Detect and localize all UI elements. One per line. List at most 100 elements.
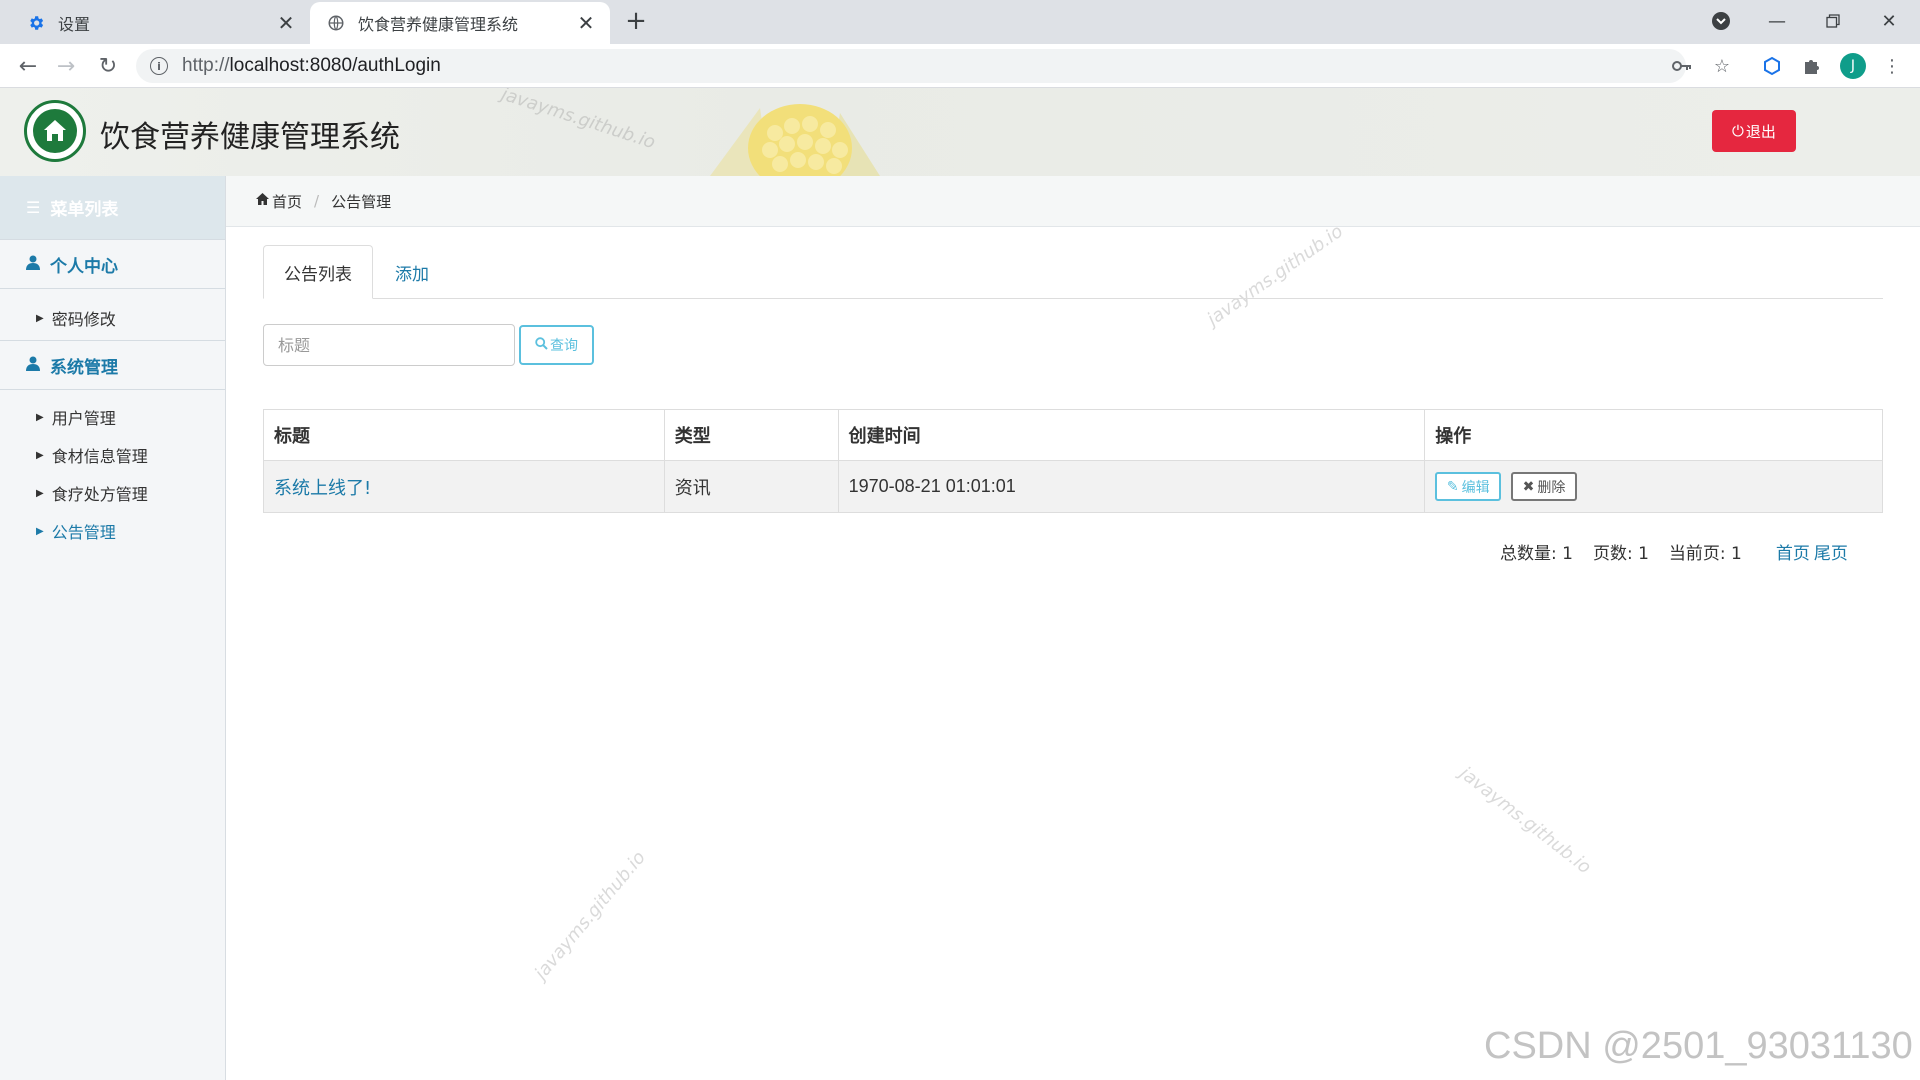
list-icon: ☰ [26, 198, 41, 217]
home-icon [256, 193, 269, 209]
column-header-created: 创建时间 [837, 409, 1426, 461]
current-page: 当前页: 1 [1668, 543, 1742, 564]
close-icon[interactable]: ✕ [272, 9, 300, 37]
column-header-type: 类型 [663, 409, 839, 461]
url-text: http://localhost:8080/authLogin [182, 55, 441, 76]
extension-icon[interactable] [1760, 54, 1784, 78]
caret-right-icon: ▶ [36, 411, 44, 423]
new-tab-button[interactable]: + [622, 7, 650, 35]
browser-tab-app[interactable]: 饮食营养健康管理系统 ✕ [310, 2, 610, 44]
sidebar-title: 菜单列表 [50, 200, 119, 220]
edit-label: 编辑 [1461, 479, 1490, 496]
sidebar-item-announcements[interactable]: ▶ 公告管理 [0, 512, 225, 550]
gear-icon [26, 13, 46, 33]
sidebar-header: ☰ 菜单列表 [0, 176, 225, 239]
tab-title: 设置 [58, 15, 91, 34]
breadcrumb-current: 公告管理 [331, 192, 392, 211]
delete-button[interactable]: ✖ 删除 [1510, 472, 1577, 501]
sidebar-item-label: 公告管理 [51, 523, 116, 542]
caret-right-icon: ▶ [36, 449, 44, 461]
pagination: 总数量: 1 页数: 1 当前页: 1 首页 尾页 [1500, 538, 1880, 564]
browser-tab-settings[interactable]: 设置 ✕ [10, 2, 310, 44]
power-icon: ⏻ [1732, 122, 1744, 140]
user-icon [26, 356, 40, 375]
sidebar-item-label: 用户管理 [51, 409, 116, 428]
caret-right-icon: ▶ [36, 487, 44, 499]
edit-button[interactable]: ✎ 编辑 [1435, 472, 1502, 501]
sidebar-group-system[interactable]: 系统管理 [0, 340, 225, 390]
url-field[interactable]: i http://localhost:8080/authLogin [136, 49, 1686, 83]
sidebar-group-personal[interactable]: 个人中心 [0, 239, 225, 289]
minimize-icon[interactable]: — [1754, 6, 1800, 36]
delete-label: 删除 [1537, 479, 1566, 496]
caret-right-icon: ▶ [36, 525, 44, 537]
announcement-title-link[interactable]: 系统上线了! [274, 478, 371, 499]
cell-title: 系统上线了! [263, 460, 665, 513]
sidebar-item-prescriptions[interactable]: ▶ 食疗处方管理 [0, 474, 225, 512]
column-header-actions: 操作 [1424, 409, 1883, 461]
breadcrumb: 首页 / 公告管理 [226, 176, 1920, 227]
pencil-icon: ✎ [1446, 478, 1459, 495]
app-header: 饮食营养健康管理系统 javayms.github.io ⏻ 退出 [0, 88, 1920, 176]
watermark: javayms.github.io [530, 847, 650, 984]
table-row: 系统上线了! 资讯 1970-08-21 01:01:01 ✎ 编辑 ✖ 删除 [263, 460, 1883, 513]
column-header-title: 标题 [263, 409, 665, 461]
cell-created: 1970-08-21 01:01:01 [837, 460, 1426, 513]
watermark: javayms.github.io [1455, 762, 1595, 879]
first-page-link[interactable]: 首页 [1776, 539, 1810, 564]
sidebar-item-label: 密码修改 [51, 310, 116, 329]
tab-announcement-list[interactable]: 公告列表 [263, 245, 373, 299]
tab-title: 饮食营养健康管理系统 [358, 15, 519, 34]
breadcrumb-separator: / [314, 192, 320, 210]
table-header-row: 标题 类型 创建时间 操作 [263, 409, 1883, 461]
last-page-link[interactable]: 尾页 [1814, 539, 1848, 564]
watermark: javayms.github.io [498, 88, 658, 154]
back-icon[interactable]: ← [14, 52, 42, 80]
sidebar-item-label: 食疗处方管理 [51, 485, 148, 504]
tab-search-icon[interactable] [1698, 6, 1744, 36]
corn-banner-image [710, 104, 880, 176]
page-count: 页数: 1 [1592, 543, 1649, 564]
sidebar: ☰ 菜单列表 个人中心 ▶ 密码修改 系统管理 ▶ 用户管理 ▶ 食材信息管理 … [0, 176, 226, 1080]
key-icon[interactable] [1670, 54, 1694, 78]
cell-actions: ✎ 编辑 ✖ 删除 [1424, 460, 1883, 513]
title-search-input[interactable] [263, 324, 515, 366]
announcement-table: 标题 类型 创建时间 操作 系统上线了! 资讯 1970-08-21 01:01… [263, 409, 1883, 513]
csdn-watermark: CSDN @2501_93031130 [1484, 1025, 1913, 1067]
content-tabs: 公告列表 添加 [263, 245, 1883, 299]
breadcrumb-home[interactable]: 首页 [272, 191, 302, 212]
sidebar-group-label: 系统管理 [50, 357, 118, 378]
sidebar-group-label: 个人中心 [50, 256, 118, 277]
reload-icon[interactable]: ↻ [94, 52, 122, 80]
menu-icon[interactable]: ⋮ [1880, 54, 1904, 78]
sidebar-item-label: 食材信息管理 [51, 447, 148, 466]
cell-type: 资讯 [663, 460, 839, 513]
browser-tab-strip: 设置 ✕ 饮食营养健康管理系统 ✕ + — ✕ [0, 0, 1920, 44]
search-button-label: 查询 [550, 338, 578, 354]
globe-icon [326, 13, 346, 33]
total-count: 总数量: 1 [1500, 543, 1573, 564]
logout-label: 退出 [1745, 122, 1776, 141]
search-icon [535, 336, 548, 354]
search-button[interactable]: 查询 [519, 325, 594, 365]
star-icon[interactable]: ☆ [1710, 54, 1734, 78]
university-logo [24, 100, 86, 162]
forward-icon[interactable]: → [52, 52, 80, 80]
info-icon[interactable]: i [150, 57, 168, 75]
avatar[interactable]: J [1840, 53, 1866, 79]
sidebar-item-ingredients[interactable]: ▶ 食材信息管理 [0, 436, 225, 474]
house-icon [33, 109, 77, 153]
address-bar: ← → ↻ i http://localhost:8080/authLogin … [0, 44, 1920, 88]
sidebar-item-password[interactable]: ▶ 密码修改 [0, 299, 225, 337]
times-icon: ✖ [1522, 478, 1535, 495]
logout-button[interactable]: ⏻ 退出 [1712, 110, 1796, 152]
puzzle-icon[interactable] [1800, 54, 1824, 78]
close-window-icon[interactable]: ✕ [1866, 6, 1912, 36]
user-icon [26, 255, 40, 274]
sidebar-item-users[interactable]: ▶ 用户管理 [0, 398, 225, 436]
tab-add[interactable]: 添加 [375, 245, 449, 299]
caret-right-icon: ▶ [36, 312, 44, 324]
app-title: 饮食营养健康管理系统 [100, 120, 400, 155]
close-icon[interactable]: ✕ [572, 9, 600, 37]
restore-icon[interactable] [1810, 6, 1856, 36]
